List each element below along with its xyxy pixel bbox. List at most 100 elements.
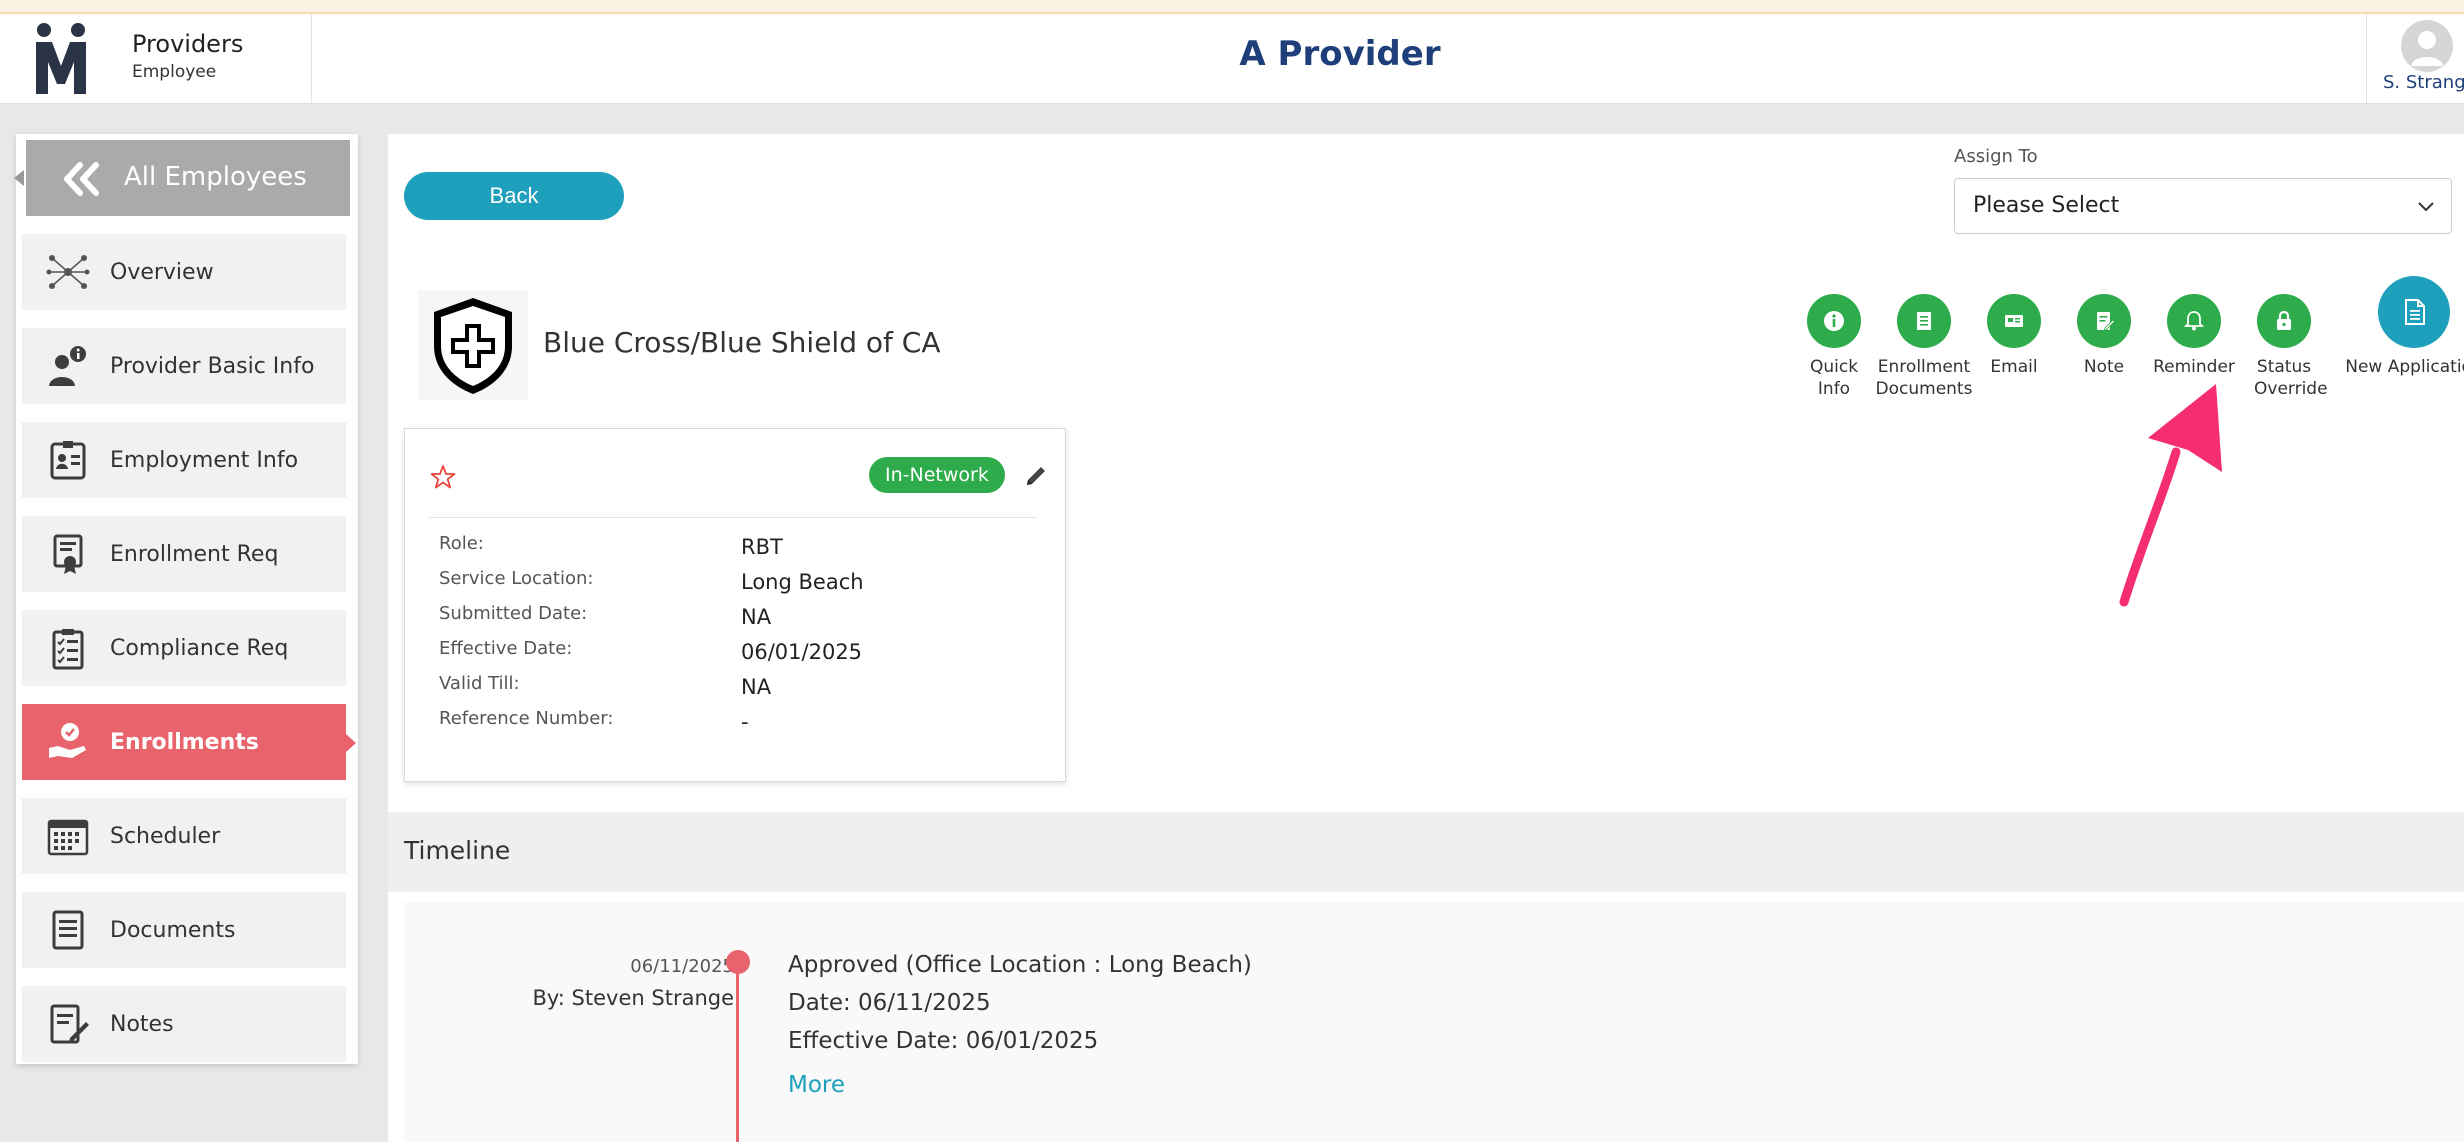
page-title: A Provider [1239, 34, 1441, 74]
card-divider [429, 517, 1037, 518]
field-value: - [741, 710, 749, 734]
sidebar-item-overview[interactable]: Overview [22, 234, 346, 310]
sidebar-item-label: Documents [110, 917, 236, 943]
field-value: NA [741, 675, 772, 699]
avatar[interactable] [2401, 20, 2453, 72]
app-header: Providers Employee A Provider S. Strange [0, 14, 2464, 104]
sidebar-item-enrollment-req[interactable]: Enrollment Req [22, 516, 346, 592]
calendar-icon [47, 819, 89, 856]
sidebar-item-documents[interactable]: Documents [22, 892, 346, 968]
action-label: Reminder [2153, 357, 2235, 377]
field-value: RBT [741, 535, 783, 559]
user-info-icon [49, 346, 86, 386]
action-label: Email [1990, 357, 2038, 377]
field-label: Role: [439, 533, 484, 554]
field-label: Reference Number: [439, 708, 614, 729]
field-value: 06/01/2025 [741, 640, 863, 664]
timeline-more-link[interactable]: More [788, 1072, 845, 1098]
payer-logo [418, 290, 528, 400]
field-value: Long Beach [741, 570, 864, 594]
timeline-body: 06/11/2025 By: Steven Strange Approved (… [404, 902, 2464, 1142]
bell-icon [2183, 311, 2205, 331]
all-employees-button[interactable]: All Employees [14, 140, 350, 216]
sidebar-item-label: Employment Info [110, 447, 299, 473]
timeline-entry-effective-date: Effective Date: 06/01/2025 [788, 1028, 1099, 1054]
main-panel: Back Assign To Please Select Blue Cross/… [388, 134, 2464, 1142]
sidebar-item-label: Scheduler [110, 823, 221, 849]
payer-name: Blue Cross/Blue Shield of CA [543, 326, 941, 359]
active-indicator [346, 734, 356, 752]
status-badge: In-Network [869, 457, 1005, 493]
assign-to-value: Please Select [1973, 193, 2120, 218]
field-label: Effective Date: [439, 638, 573, 659]
sidebar-item-label: Notes [110, 1011, 174, 1037]
timeline-entry-heading: Approved (Office Location : Long Beach) [788, 952, 1252, 978]
lock-icon [2277, 310, 2291, 330]
action-label: Note [2083, 357, 2125, 377]
sidebar-item-compliance-req[interactable]: Compliance Req [22, 610, 346, 686]
clipboard-checklist-icon [52, 629, 84, 670]
certificate-icon [53, 534, 83, 574]
email-button[interactable]: Email [1964, 294, 2064, 378]
app-logo-icon [36, 23, 86, 94]
top-strip [0, 0, 2464, 14]
back-tip-icon [14, 170, 24, 186]
quick-info-button[interactable]: Quick Info [1784, 294, 1884, 400]
sidebar-item-label: Provider Basic Info [110, 353, 315, 379]
hand-check-icon [49, 723, 86, 758]
id-card-icon [50, 441, 86, 480]
note-edit-icon [50, 1004, 89, 1044]
sidebar-item-employment-info[interactable]: Employment Info [22, 422, 346, 498]
app-role: Employee [132, 62, 217, 82]
field-label: Service Location: [439, 568, 594, 589]
back-button[interactable]: Back [404, 172, 624, 220]
sidebar-item-label: Compliance Req [110, 635, 289, 661]
chevron-down-icon [2418, 202, 2434, 212]
network-icon [46, 255, 90, 289]
sidebar-item-notes[interactable]: Notes [22, 986, 346, 1062]
email-card-icon [2005, 315, 2023, 327]
reminder-button[interactable]: Reminder [2144, 294, 2244, 378]
sidebar-item-scheduler[interactable]: Scheduler [22, 798, 346, 874]
assign-to-select[interactable]: Please Select [1954, 178, 2452, 234]
new-document-icon [2405, 299, 2425, 325]
pencil-icon[interactable] [1023, 463, 1049, 489]
logo-block[interactable]: Providers Employee [0, 14, 312, 104]
app-name: Providers [132, 30, 244, 58]
timeline-entry-author: By: Steven Strange [532, 986, 735, 1010]
sidebar-item-label: Enrollments [110, 729, 259, 755]
sidebar-item-enrollments[interactable]: Enrollments [22, 704, 356, 780]
timeline-dot [726, 950, 750, 974]
assign-to-label: Assign To [1954, 146, 2038, 167]
timeline-entry-date-line: Date: 06/11/2025 [788, 990, 991, 1016]
action-label: Quick Info [1810, 357, 1859, 399]
new-application-button[interactable]: New Application [2314, 276, 2464, 378]
double-chevron-left-icon [64, 162, 99, 196]
field-label: Valid Till: [439, 673, 520, 694]
enrollment-card: In-Network Role: RBT Service Location: L… [404, 428, 1066, 782]
field-label: Submitted Date: [439, 603, 588, 624]
star-icon[interactable] [429, 463, 457, 491]
action-label: Enrollment Documents [1875, 357, 1973, 399]
timeline-entry-date: 06/11/2025 [630, 956, 734, 977]
enrollment-documents-button[interactable]: Enrollment Documents [1874, 294, 1974, 400]
user-menu[interactable]: S. Strange [2366, 14, 2464, 104]
annotation-arrow-icon [2119, 384, 2222, 607]
sidebar: All Employees Overview Provider Basic In… [14, 134, 358, 1064]
sidebar-item-provider-basic-info[interactable]: Provider Basic Info [22, 328, 346, 404]
all-employees-label: All Employees [124, 162, 307, 192]
timeline-title: Timeline [404, 836, 511, 865]
note-button[interactable]: Note [2054, 294, 2154, 378]
note-icon [2097, 312, 2116, 331]
action-label: New Application [2345, 357, 2464, 377]
user-name: S. Strange [2383, 72, 2464, 93]
shield-cross-icon [434, 298, 512, 394]
timeline-header: Timeline [388, 812, 2464, 892]
user-avatar-icon [2411, 31, 2443, 66]
sidebar-item-label: Overview [110, 259, 214, 285]
document-icon [52, 910, 84, 950]
field-value: NA [741, 605, 772, 629]
info-icon [1824, 311, 1844, 331]
timeline-line [736, 958, 739, 1142]
document-list-icon [1917, 312, 1931, 330]
